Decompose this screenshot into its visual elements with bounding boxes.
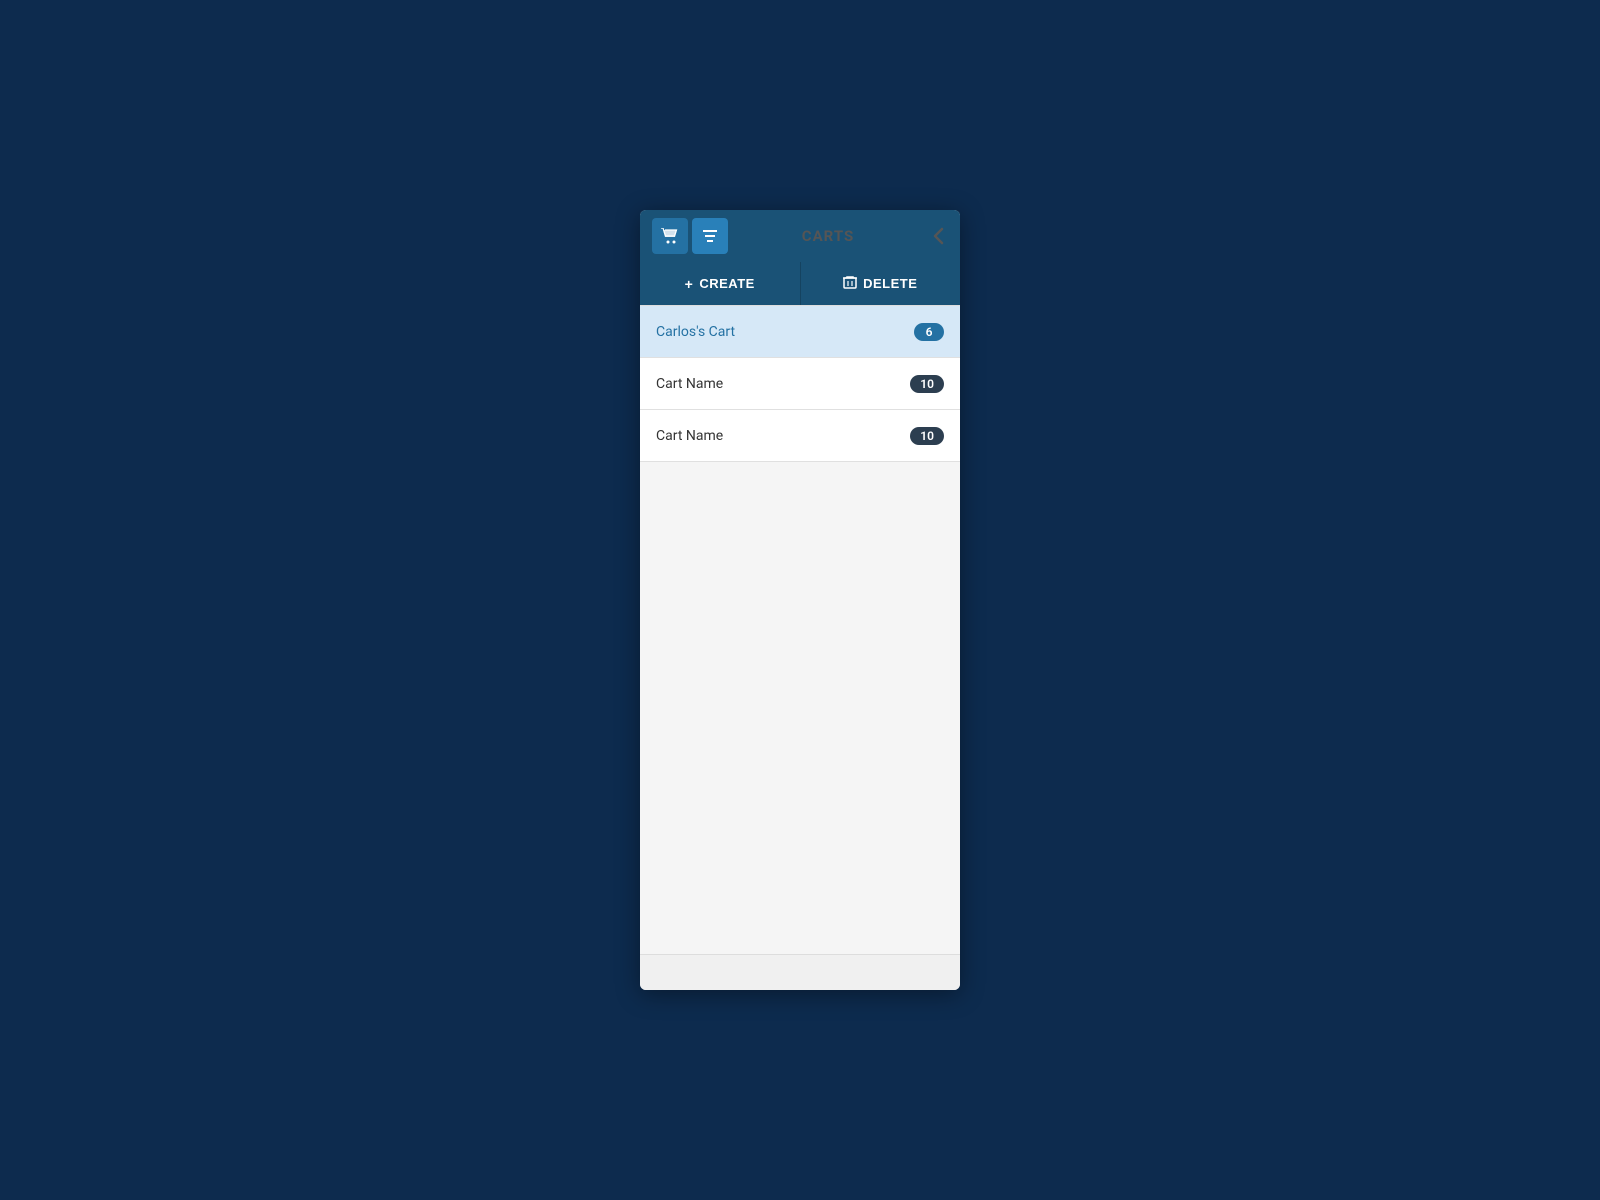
action-toolbar: + CREATE DELETE xyxy=(640,262,960,306)
delete-button[interactable]: DELETE xyxy=(801,262,961,305)
cart-item-name-3: Cart Name xyxy=(656,428,723,444)
cart-item-3[interactable]: Cart Name 10 xyxy=(640,410,960,462)
cart-item-badge-2: 10 xyxy=(910,375,944,393)
create-button[interactable]: + CREATE xyxy=(640,262,801,305)
carts-panel: CARTS + CREATE DELETE xyxy=(640,210,960,990)
cart-list: Carlos's Cart 6 Cart Name 10 Cart Name 1… xyxy=(640,306,960,954)
cart-icon-button[interactable] xyxy=(652,218,688,254)
cart-item-badge-3: 10 xyxy=(910,427,944,445)
cart-item-badge-1: 6 xyxy=(914,323,944,341)
cart-item-name-1: Carlos's Cart xyxy=(656,324,735,340)
delete-label: DELETE xyxy=(863,276,917,291)
panel-footer xyxy=(640,954,960,990)
back-button[interactable] xyxy=(928,223,948,249)
plus-icon: + xyxy=(685,276,694,292)
cart-item-1[interactable]: Carlos's Cart 6 xyxy=(640,306,960,358)
trash-icon xyxy=(843,275,857,293)
create-label: CREATE xyxy=(699,276,754,291)
filter-icon-button[interactable] xyxy=(692,218,728,254)
header-icon-group xyxy=(652,218,728,254)
cart-item-2[interactable]: Cart Name 10 xyxy=(640,358,960,410)
panel-header: CARTS xyxy=(640,210,960,262)
cart-item-name-2: Cart Name xyxy=(656,376,723,392)
panel-title: CARTS xyxy=(802,227,854,245)
